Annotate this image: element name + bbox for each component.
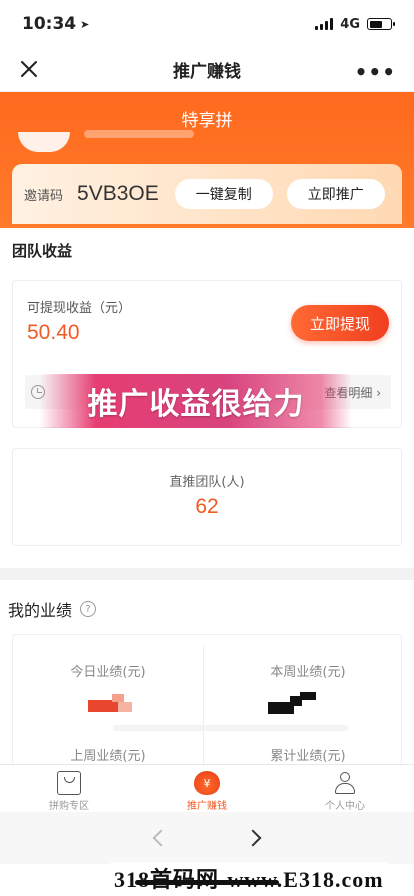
section-divider xyxy=(0,568,414,580)
team-value: 62 xyxy=(195,495,219,518)
promo-overlay-banner: 推广收益很给力 xyxy=(40,374,352,428)
network-type: 4G xyxy=(340,16,360,32)
performance-divider xyxy=(113,725,348,731)
signal-icon xyxy=(315,18,334,30)
close-icon[interactable] xyxy=(18,58,40,80)
forward-arrow-icon[interactable] xyxy=(244,829,262,847)
performance-title-text: 我的业绩 xyxy=(8,601,73,620)
avatar xyxy=(18,132,70,152)
last-week-label: 上周业绩(元) xyxy=(70,749,146,764)
today-value-masked xyxy=(88,690,136,714)
invite-code: 5VB3OE xyxy=(77,182,159,205)
battery-icon xyxy=(367,18,395,30)
tab-label: 拼购专区 xyxy=(49,801,89,812)
performance-vertical-divider xyxy=(203,645,204,765)
total-label: 累计业绩(元) xyxy=(270,749,346,764)
back-arrow-icon[interactable] xyxy=(152,829,170,847)
withdraw-button[interactable]: 立即提现 xyxy=(291,305,389,341)
shopping-bag-icon xyxy=(57,771,81,795)
status-bar: 10:34 ➤ 4G xyxy=(0,0,414,48)
more-icon[interactable]: ••• xyxy=(355,60,396,84)
invite-card: 邀请码 5VB3OE 一键复制 立即推广 xyxy=(12,164,402,224)
promo-overlay-text: 推广收益很给力 xyxy=(87,387,305,422)
copy-button[interactable]: 一键复制 xyxy=(174,179,273,209)
week-value-masked xyxy=(268,692,318,714)
team-label: 直推团队(人) xyxy=(169,475,245,490)
section-title-performance: 我的业绩 ? xyxy=(8,597,97,621)
user-info-blurred xyxy=(84,130,194,138)
withdrawable-value: 50.40 xyxy=(27,321,80,344)
help-icon[interactable]: ? xyxy=(80,601,97,617)
home-indicator xyxy=(135,880,279,885)
promote-button[interactable]: 立即推广 xyxy=(286,179,385,209)
tab-label: 推广赚钱 xyxy=(187,801,227,812)
section-title-team-earnings: 团队收益 xyxy=(12,242,73,260)
last-week-performance: 上周业绩(元) xyxy=(13,745,203,764)
bottom-tab-bar: 拼购专区 ¥ 推广赚钱 个人中心 xyxy=(0,764,414,812)
nav-bar: 推广赚钱 ••• xyxy=(0,48,414,92)
page-title: 推广赚钱 xyxy=(173,62,241,82)
user-icon xyxy=(333,771,357,795)
tab-group-buy[interactable]: 拼购专区 xyxy=(0,765,138,812)
performance-card: 今日业绩(元) 本周业绩(元) 上周业绩(元) 累计业绩(元) xyxy=(12,634,402,766)
today-label: 今日业绩(元) xyxy=(70,665,146,680)
location-arrow-icon: ➤ xyxy=(80,17,90,31)
money-bag-icon: ¥ xyxy=(194,771,220,795)
watermark: 318首码网-www.E318.com xyxy=(110,862,388,894)
tab-promote-earn[interactable]: ¥ 推广赚钱 xyxy=(138,765,276,812)
banner-title: 特享拼 xyxy=(181,111,233,131)
tab-personal-center[interactable]: 个人中心 xyxy=(276,765,414,812)
status-time: 10:34 ➤ xyxy=(22,14,89,34)
browser-toolbar xyxy=(0,812,414,864)
status-indicators: 4G xyxy=(315,16,395,32)
withdrawable-label: 可提现收益（元） xyxy=(27,301,132,316)
week-performance: 本周业绩(元) xyxy=(213,661,403,680)
time-text: 10:34 xyxy=(22,14,77,34)
total-performance: 累计业绩(元) xyxy=(213,745,403,764)
tab-label: 个人中心 xyxy=(325,801,365,812)
team-card: 直推团队(人) 62 xyxy=(12,448,402,546)
invite-label: 邀请码 xyxy=(24,188,64,204)
week-label: 本周业绩(元) xyxy=(270,665,346,680)
today-performance: 今日业绩(元) xyxy=(13,661,203,680)
